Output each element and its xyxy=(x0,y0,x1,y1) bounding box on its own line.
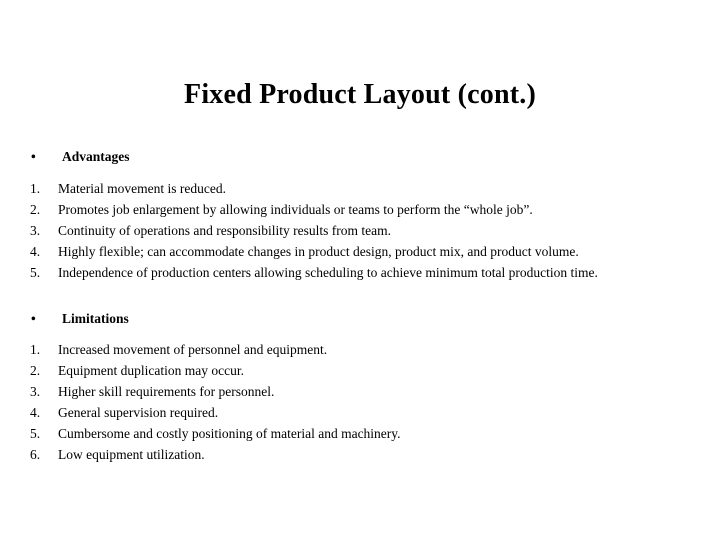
list-item-number: 2. xyxy=(30,363,41,378)
list-item: 5. Cumbersome and costly positioning of … xyxy=(0,423,720,444)
bullet-icon: • xyxy=(31,149,36,164)
section-heading-limitations: • Limitations xyxy=(0,308,720,329)
list-item-number: 1. xyxy=(30,342,41,357)
list-item: 2. Equipment duplication may occur. xyxy=(0,360,720,381)
list-item-label: Material movement is reduced. xyxy=(58,181,226,196)
list-item-label: Increased movement of personnel and equi… xyxy=(58,342,328,357)
list-item-number: 5. xyxy=(30,426,41,441)
list-item: 1. Material movement is reduced. xyxy=(0,178,720,199)
list-item-number: 2. xyxy=(30,202,41,217)
list-item: 4. General supervision required. xyxy=(0,402,720,423)
bullet-icon: • xyxy=(31,311,36,326)
list-item-label: Independence of production centers allow… xyxy=(58,265,598,280)
slide-body: • Advantages 1. Material movement is red… xyxy=(0,146,720,465)
section-heading-label: Limitations xyxy=(62,311,129,326)
section-limitations: • Limitations 1. Increased movement of p… xyxy=(0,308,720,465)
list-item-label: Highly flexible; can accommodate changes… xyxy=(58,244,579,259)
list-item-label: Higher skill requirements for personnel. xyxy=(58,384,275,399)
list-item-number: 6. xyxy=(30,447,41,462)
list-item: 6. Low equipment utilization. xyxy=(0,444,720,465)
list-item-number: 3. xyxy=(30,384,41,399)
presentation-slide: Fixed Product Layout (cont.) • Advantage… xyxy=(0,0,720,540)
list-item: 3. Higher skill requirements for personn… xyxy=(0,381,720,402)
list-item-number: 1. xyxy=(30,181,41,196)
section-advantages: • Advantages 1. Material movement is red… xyxy=(0,146,720,283)
list-item: 5. Independence of production centers al… xyxy=(0,262,720,283)
list-item-number: 5. xyxy=(30,265,41,280)
list-item-number: 4. xyxy=(30,405,41,420)
list-item-label: Continuity of operations and responsibil… xyxy=(58,223,391,238)
page-title: Fixed Product Layout (cont.) xyxy=(184,79,536,110)
list-item-label: Promotes job enlargement by allowing ind… xyxy=(58,202,533,217)
list-item-number: 4. xyxy=(30,244,41,259)
list-item-number: 3. xyxy=(30,223,41,238)
list-item: 1. Increased movement of personnel and e… xyxy=(0,339,720,360)
limitations-list: 1. Increased movement of personnel and e… xyxy=(0,339,720,465)
list-item-label: Equipment duplication may occur. xyxy=(58,363,244,378)
list-item: 4. Highly flexible; can accommodate chan… xyxy=(0,241,720,262)
list-item-label: Cumbersome and costly positioning of mat… xyxy=(58,426,401,441)
list-item-label: Low equipment utilization. xyxy=(58,447,205,462)
section-heading-advantages: • Advantages xyxy=(0,146,720,167)
section-heading-label: Advantages xyxy=(62,149,130,164)
list-item: 2. Promotes job enlargement by allowing … xyxy=(0,199,720,220)
list-item-label: General supervision required. xyxy=(58,405,219,420)
advantages-list: 1. Material movement is reduced. 2. Prom… xyxy=(0,178,720,283)
list-item: 3. Continuity of operations and responsi… xyxy=(0,220,720,241)
